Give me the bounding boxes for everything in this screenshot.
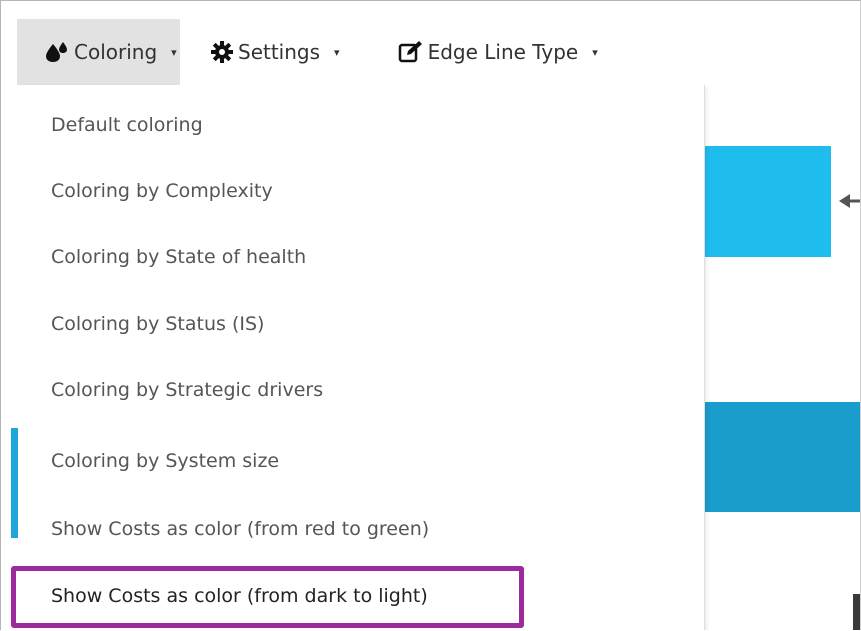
menu-item-coloring-by-complexity[interactable]: Coloring by Complexity xyxy=(18,158,704,224)
caret-down-icon: ▾ xyxy=(592,45,598,59)
coloring-label: Coloring xyxy=(74,40,158,64)
toolbar: Coloring ▾ Settings ▾ Edge Line Type ▾ xyxy=(17,19,612,85)
menu-item-coloring-by-system-size[interactable]: Coloring by System size xyxy=(18,428,704,494)
menu-item-costs-red-to-green[interactable]: Show Costs as color (from red to green) xyxy=(18,496,704,562)
menu-item-costs-dark-to-light[interactable]: Show Costs as color (from dark to light) xyxy=(18,563,704,629)
settings-menu-button[interactable]: Settings ▾ xyxy=(210,19,354,85)
edit-icon xyxy=(398,40,424,64)
arrow-left-icon xyxy=(839,194,860,208)
edge-line-type-menu-button[interactable]: Edge Line Type ▾ xyxy=(398,19,612,85)
menu-item-coloring-by-status[interactable]: Coloring by Status (IS) xyxy=(18,291,704,357)
menu-item-default-coloring[interactable]: Default coloring xyxy=(18,92,704,158)
caret-down-icon: ▾ xyxy=(171,45,177,59)
diagram-node-partial xyxy=(853,594,860,630)
caret-down-icon: ▾ xyxy=(334,45,340,59)
drops-icon xyxy=(44,41,70,63)
diagram-node-top[interactable] xyxy=(701,146,831,257)
diagram-node-middle[interactable] xyxy=(701,402,860,512)
settings-label: Settings xyxy=(238,40,321,64)
coloring-dropdown-menu: Default coloring Coloring by Complexity … xyxy=(18,85,705,630)
menu-item-coloring-by-strategic-drivers[interactable]: Coloring by Strategic drivers xyxy=(18,357,704,423)
coloring-menu-button[interactable]: Coloring ▾ xyxy=(17,19,180,85)
gear-icon xyxy=(210,40,234,64)
app-window: Coloring ▾ Settings ▾ Edge Line Type ▾ D… xyxy=(0,0,861,630)
menu-item-coloring-by-state-of-health[interactable]: Coloring by State of health xyxy=(18,224,704,290)
edge-line-type-label: Edge Line Type xyxy=(427,40,579,64)
diagram-node-edge xyxy=(11,428,18,538)
